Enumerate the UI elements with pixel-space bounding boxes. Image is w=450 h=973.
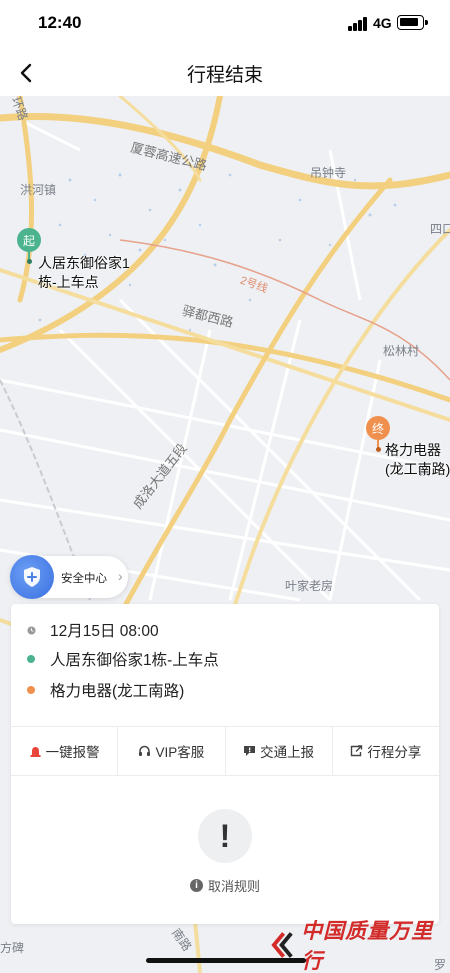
battery-icon: [397, 15, 428, 30]
status-bar: 12:40 4G: [0, 0, 450, 48]
start-place-label: 人居东御俗家1栋-上车点: [38, 255, 130, 290]
emergency-alarm-label: 一键报警: [45, 745, 100, 760]
home-indicator[interactable]: [146, 958, 306, 963]
alarm-icon: [30, 747, 41, 757]
share-icon: [351, 745, 363, 757]
start-pin-dot: [26, 259, 32, 264]
action-bar: 一键报警 VIP客服 交通上报 行程分享: [11, 727, 439, 775]
status-time: 12:40: [38, 13, 82, 32]
share-trip-label: 行程分享: [367, 745, 422, 760]
traffic-report-button[interactable]: 交通上报: [226, 727, 333, 775]
start-pin[interactable]: 起: [17, 228, 41, 252]
divider: [11, 775, 439, 776]
report-icon: [244, 746, 256, 756]
nav-bar: 行程结束: [0, 48, 450, 96]
alert-icon: !: [198, 809, 252, 863]
headset-icon: [139, 745, 151, 756]
trip-card: 12月15日 08:00 人居东御俗家1栋-上车点 格力电器(龙工南路) 一键报…: [11, 604, 439, 924]
vip-service-label: VIP客服: [155, 745, 205, 760]
end-pin[interactable]: 终: [366, 416, 390, 440]
safety-center-label: 安全中心: [61, 573, 107, 585]
logo-icon: [271, 932, 293, 958]
trip-end-row: 格力电器(龙工南路): [27, 679, 184, 701]
clock-icon: [27, 625, 36, 635]
map-label-sijia: 四口: [430, 222, 450, 236]
watermark-logo: 中国质量万里行: [270, 918, 450, 973]
map-label-fangbei: 方碑: [0, 941, 25, 955]
trip-time-row: 12月15日 08:00: [27, 619, 159, 641]
trip-start: 人居东御俗家1栋-上车点: [50, 652, 219, 669]
end-pin-dot: [375, 447, 381, 452]
end-dot-icon: [27, 686, 35, 694]
network-type: 4G: [373, 15, 392, 31]
map-label-diaozhong: 吊钟寺: [310, 166, 347, 180]
shield-icon: [10, 555, 54, 599]
trip-time: 12月15日 08:00: [50, 623, 159, 640]
end-place-label: 格力电器(龙工南路): [385, 442, 450, 477]
safety-center-button[interactable]: 安全中心 ›: [10, 555, 128, 599]
page-title: 行程结束: [186, 65, 263, 86]
traffic-report-label: 交通上报: [260, 745, 315, 760]
map-label-yejia: 叶家老房: [285, 579, 334, 593]
map-label-songlin: 松林村: [383, 344, 420, 358]
trip-end: 格力电器(龙工南路): [50, 683, 185, 700]
cancel-rules-link[interactable]: i 取消规则: [11, 876, 439, 895]
chevron-right-icon: ›: [118, 568, 123, 584]
emergency-alarm-button[interactable]: 一键报警: [11, 727, 119, 775]
signal-icon: [348, 17, 368, 31]
share-trip-button[interactable]: 行程分享: [333, 727, 439, 775]
watermark-text: 中国质量万里行: [301, 918, 434, 973]
start-dot-icon: [27, 655, 35, 663]
info-icon: i: [189, 879, 203, 892]
map-label-hongzhen: 洪河镇: [20, 183, 57, 197]
vip-service-button[interactable]: VIP客服: [118, 727, 226, 775]
cancel-rules-label: 取消规则: [207, 879, 260, 894]
trip-start-row: 人居东御俗家1栋-上车点: [27, 648, 219, 670]
